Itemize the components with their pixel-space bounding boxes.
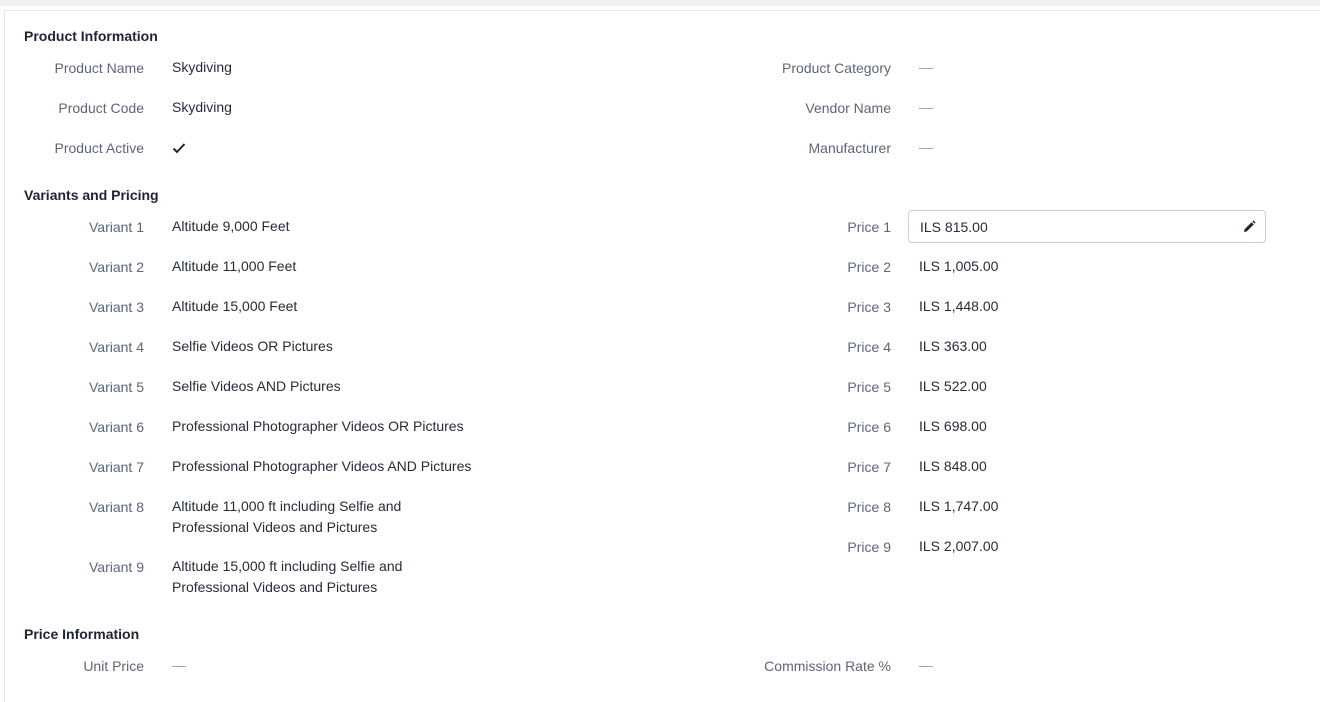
variant-label: Variant 6: [89, 419, 144, 435]
commission-rate-label: Commission Rate %: [764, 658, 891, 674]
unit-price-value[interactable]: —: [172, 655, 186, 676]
variant-value[interactable]: Professional Photographer Videos AND Pic…: [172, 456, 471, 477]
section-title-product-information: Product Information: [24, 28, 158, 44]
variant-label: Variant 8: [89, 499, 144, 515]
variant-value[interactable]: Altitude 11,000 ft including Selfie and …: [172, 496, 442, 538]
price-label: Price 9: [847, 539, 891, 555]
variant-label: Variant 2: [89, 259, 144, 275]
price-value[interactable]: ILS 1,747.00: [919, 496, 998, 517]
price-value[interactable]: ILS 363.00: [919, 336, 987, 357]
variant-value[interactable]: Professional Photographer Videos OR Pict…: [172, 416, 464, 437]
top-bar: [0, 0, 1320, 6]
variant-label: Variant 5: [89, 379, 144, 395]
variant-value[interactable]: Altitude 9,000 Feet: [172, 216, 290, 237]
product-code-label: Product Code: [58, 100, 144, 116]
price-value[interactable]: ILS 522.00: [919, 376, 987, 397]
pencil-icon[interactable]: [1242, 220, 1256, 234]
check-icon[interactable]: [172, 141, 186, 155]
manufacturer-value[interactable]: —: [919, 137, 933, 158]
variant-value[interactable]: Selfie Videos OR Pictures: [172, 336, 333, 357]
product-category-label: Product Category: [782, 60, 891, 76]
variant-label: Variant 9: [89, 559, 144, 575]
product-name-value[interactable]: Skydiving: [172, 57, 232, 78]
price-1-edit-field[interactable]: ILS 815.00: [908, 210, 1266, 243]
variant-label: Variant 3: [89, 299, 144, 315]
price-value[interactable]: ILS 2,007.00: [919, 536, 998, 557]
price-value[interactable]: ILS 815.00: [920, 217, 988, 238]
price-label: Price 2: [847, 259, 891, 275]
variant-value[interactable]: Selfie Videos AND Pictures: [172, 376, 341, 397]
price-label: Price 4: [847, 339, 891, 355]
price-label: Price 7: [847, 459, 891, 475]
price-value[interactable]: ILS 848.00: [919, 456, 987, 477]
product-code-value[interactable]: Skydiving: [172, 97, 232, 118]
variant-value[interactable]: Altitude 15,000 Feet: [172, 296, 297, 317]
variant-value[interactable]: Altitude 11,000 Feet: [172, 256, 296, 277]
section-title-price-information: Price Information: [24, 626, 140, 642]
product-active-label: Product Active: [54, 140, 145, 156]
price-value[interactable]: ILS 698.00: [919, 416, 987, 437]
price-label: Price 5: [847, 379, 891, 395]
commission-rate-value[interactable]: —: [919, 655, 933, 676]
price-value[interactable]: ILS 1,005.00: [919, 256, 998, 277]
variant-label: Variant 7: [89, 459, 144, 475]
price-value[interactable]: ILS 1,448.00: [919, 296, 998, 317]
product-name-label: Product Name: [54, 60, 144, 76]
unit-price-label: Unit Price: [83, 658, 144, 674]
variant-label: Variant 1: [89, 219, 144, 235]
product-category-value[interactable]: —: [919, 57, 933, 78]
price-label: Price 3: [847, 299, 891, 315]
vendor-name-value[interactable]: —: [919, 97, 933, 118]
vendor-name-label: Vendor Name: [805, 100, 891, 116]
section-title-variants-and-pricing: Variants and Pricing: [24, 187, 159, 203]
price-label: Price 6: [847, 419, 891, 435]
variant-value[interactable]: Altitude 15,000 ft including Selfie and …: [172, 556, 442, 598]
price-label: Price 8: [847, 499, 891, 515]
variant-label: Variant 4: [89, 339, 144, 355]
price-label: Price 1: [847, 219, 891, 235]
manufacturer-label: Manufacturer: [808, 140, 891, 156]
